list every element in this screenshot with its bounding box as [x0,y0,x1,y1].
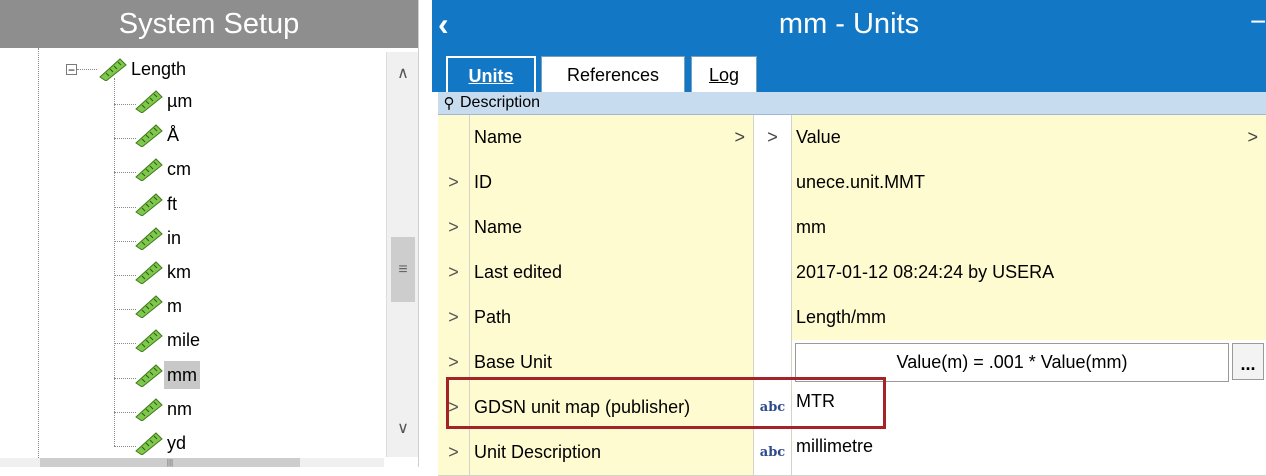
left-panel-title: System Setup [0,0,418,48]
ruler-icon [135,261,163,284]
property-name: Last edited [470,250,754,295]
tree-node-8[interactable]: mm [134,360,200,390]
table-row[interactable]: > Name mm [438,205,1266,251]
tree-node-label: ft [167,193,178,214]
browse-button[interactable]: ... [1232,343,1264,380]
ruler-icon [135,90,163,113]
title-text: mm - Units [778,7,920,40]
hscroll-thumb[interactable]: ||| [40,458,300,467]
tab-references-label: References [566,64,660,85]
section-header[interactable]: ⚲ Description [438,92,1266,115]
table-row[interactable]: > Last edited 2017-01-12 08:24:24 by USERA [438,250,1266,296]
ruler-icon [135,329,163,353]
tree-node-5[interactable]: km [134,257,194,287]
property-value: 2017-01-12 08:24:24 by USERA [792,250,1266,295]
type-indicator: abc [754,430,792,475]
type-indicator [754,205,792,250]
table-row[interactable]: > Path Length/mm [438,295,1266,341]
tree-guide-line [114,78,115,446]
type-indicator [754,250,792,295]
ruler-icon [135,295,163,319]
ruler-icon [135,192,163,216]
column-header-value[interactable]: Value > [792,115,1266,160]
ruler-icon [135,363,163,387]
ruler-icon [135,158,163,182]
tree-node-label: m [167,296,182,317]
tab-units-label: Units [468,65,514,86]
property-value: unece.unit.MMT [792,160,1266,205]
pin-icon: ⚲ [443,95,455,112]
tree-node-length[interactable]: Length [98,54,189,84]
tree-node-7[interactable]: mile [134,325,203,355]
property-name: Path [470,295,754,340]
tree-node-label: mm [164,360,200,389]
scroll-thumb[interactable]: ≡ [391,237,415,302]
section-title: Description [460,94,541,111]
tree-node-label: Length [131,59,187,79]
expand-icon[interactable]: > [438,250,470,295]
tree-node-label: Å [167,125,180,146]
chevron-right-icon[interactable]: > [734,127,745,148]
tree-node-label: nm [167,398,193,419]
table-row[interactable]: > Unit Description abc millimetre [438,430,1266,476]
property-name: Name [470,205,754,250]
ruler-icon [135,398,163,421]
setup-tree: − Length µm Åcm ft in km m mile mm nm yd [0,48,384,458]
tree-node-4[interactable]: in [134,223,184,253]
tree-node-label: cm [167,159,191,180]
tree-guide-line [38,48,39,458]
expand-icon[interactable]: > [438,295,470,340]
minimize-icon[interactable]: − [1250,6,1266,38]
expand-icon[interactable]: > [438,160,470,205]
tree-vertical-scrollbar[interactable]: ∧ ≡ ∨ [386,52,419,457]
tree-node-1[interactable]: Å [134,120,182,150]
tree-node-label: µm [167,91,193,111]
tree-node-label: mile [167,330,201,351]
tab-units[interactable]: Units [446,56,536,94]
hgrip-icon: ||| [166,458,174,467]
scroll-down-icon[interactable]: ∨ [387,417,419,441]
property-name: Unit Description [470,430,754,475]
collapse-icon[interactable]: − [66,64,77,76]
ruler-icon [135,124,163,148]
property-value[interactable]: millimetre [792,430,1266,475]
type-indicator [754,160,792,205]
property-value: mm [792,205,1266,250]
back-icon[interactable]: ‹ [438,6,468,42]
table-row[interactable]: > ID unece.unit.MMT [438,160,1266,206]
tree-node-label: km [167,262,191,282]
tree-node-6[interactable]: m [134,291,185,321]
ruler-icon [99,58,127,81]
tab-log-label: Log [708,64,740,85]
column-header-name[interactable]: Name > [470,115,754,160]
grid-header-row: Name > > Value > [438,115,1266,161]
ruler-icon [135,432,163,455]
tree-horizontal-scrollbar[interactable]: ||| [0,458,384,467]
tree-node-10[interactable]: yd [134,428,189,458]
expand-icon[interactable]: > [438,430,470,475]
panel-divider[interactable] [418,0,433,467]
ruler-icon [135,227,163,250]
grip-icon: ≡ [398,261,408,278]
property-name: ID [470,160,754,205]
chevron-right-icon[interactable]: > [1247,127,1258,148]
tree-node-label: in [167,227,182,248]
tree-node-9[interactable]: nm [134,394,195,424]
tab-log[interactable]: Log [691,56,757,93]
highlight-box [446,377,886,429]
type-indicator [754,295,792,340]
chevron-right-icon[interactable]: > [754,115,792,160]
tree-node-0[interactable]: µm [134,86,195,116]
property-value: Length/mm [792,295,1266,340]
tree-node-label: yd [167,433,187,453]
scroll-up-icon[interactable]: ∧ [387,62,419,86]
window-title: mm - Units [432,0,1266,48]
tree-node-2[interactable]: cm [134,154,194,184]
tab-references[interactable]: References [541,56,685,93]
tree-node-3[interactable]: ft [134,189,180,219]
expand-icon[interactable]: > [438,205,470,250]
